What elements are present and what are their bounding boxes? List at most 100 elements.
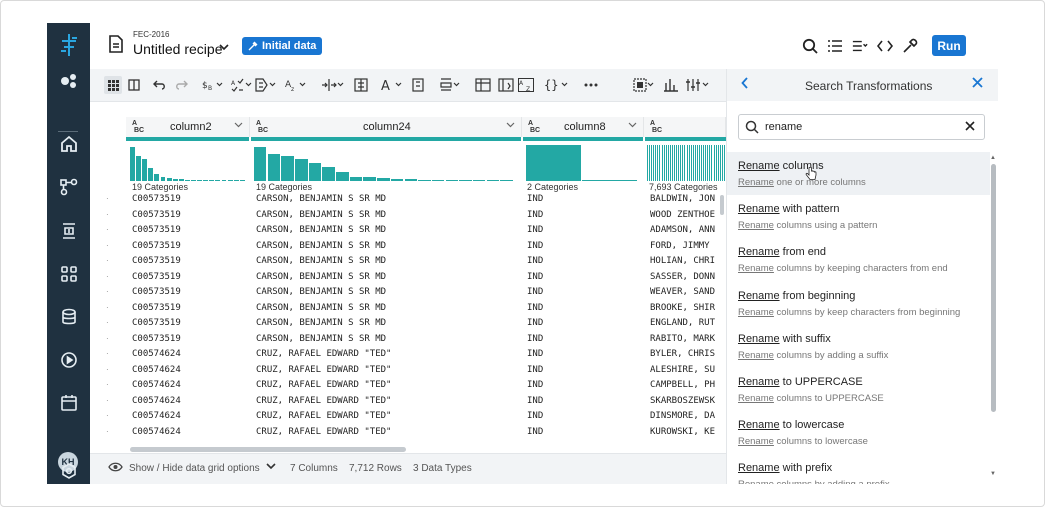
table-cell[interactable]: C00573519: [132, 256, 181, 266]
table-cell[interactable]: CARSON, BENJAMIN S SR MD: [256, 287, 386, 297]
steps-menu-icon[interactable]: [852, 38, 868, 54]
table-cell[interactable]: BALDWIN, JON: [650, 194, 715, 204]
histogram-bar[interactable]: [526, 145, 581, 181]
horizontal-scrollbar[interactable]: [130, 447, 406, 452]
unpivot-icon[interactable]: [498, 76, 514, 94]
nest-icon[interactable]: [354, 76, 368, 94]
eye-icon[interactable]: [108, 462, 123, 475]
table-cell[interactable]: CARSON, BENJAMIN S SR MD: [256, 318, 386, 328]
histogram-bar[interactable]: [688, 145, 690, 181]
histogram-bar[interactable]: [651, 145, 653, 181]
flows-icon[interactable]: [47, 173, 90, 201]
database-icon[interactable]: [47, 303, 90, 331]
histogram-bar[interactable]: [431, 179, 445, 181]
table-cell[interactable]: CRUZ, RAFAEL EDWARD "TED": [256, 349, 391, 359]
logo-icon[interactable]: [47, 31, 90, 59]
histogram-bar[interactable]: [676, 145, 678, 181]
datasets-icon[interactable]: [47, 67, 90, 95]
transform-result[interactable]: Rename columns Rename one or more columns: [727, 152, 990, 195]
histogram-bar[interactable]: [377, 178, 390, 181]
table-cell[interactable]: IND: [527, 365, 543, 375]
histogram-bar[interactable]: [719, 145, 721, 181]
table-cell[interactable]: C00573519: [132, 334, 181, 344]
transform-result[interactable]: Rename to lowercase Rename columns to low…: [727, 411, 990, 454]
table-cell[interactable]: C00573519: [132, 318, 181, 328]
histogram-bar[interactable]: [653, 145, 655, 181]
table-cell[interactable]: IND: [527, 396, 543, 406]
histogram-bar[interactable]: [445, 180, 459, 181]
results-scrollbar[interactable]: [991, 164, 996, 412]
histogram-bar[interactable]: [671, 145, 673, 181]
table-cell[interactable]: ADAMSON, ANN: [650, 225, 715, 235]
histogram-bar[interactable]: [472, 180, 486, 181]
histogram-bar[interactable]: [698, 145, 700, 181]
table-cell[interactable]: CARSON, BENJAMIN S SR MD: [256, 272, 386, 282]
table-cell[interactable]: IND: [527, 349, 543, 359]
list-icon[interactable]: [827, 38, 843, 54]
histogram-bar[interactable]: [209, 180, 215, 181]
search-icon[interactable]: [802, 38, 818, 54]
merge-icon[interactable]: [255, 76, 277, 94]
table-cell[interactable]: C00574624: [132, 349, 181, 359]
table-cell[interactable]: CARSON, BENJAMIN S SR MD: [256, 225, 386, 235]
histogram-bar[interactable]: [713, 145, 715, 181]
table-cell[interactable]: C00573519: [132, 194, 181, 204]
histogram-bar[interactable]: [197, 179, 203, 181]
table-cell[interactable]: SASSER, DONN: [650, 272, 715, 282]
histogram-bar[interactable]: [148, 168, 154, 181]
histogram-bar[interactable]: [678, 145, 680, 181]
histogram-bar[interactable]: [459, 180, 472, 181]
search-input[interactable]: [765, 119, 960, 135]
table-cell[interactable]: SKARBOSZEWSK: [650, 396, 715, 406]
grid-options-toggle[interactable]: Show / Hide data grid options: [129, 463, 260, 474]
histogram-bar[interactable]: [717, 145, 719, 181]
histogram-bar[interactable]: [336, 172, 349, 181]
table-cell[interactable]: CRUZ, RAFAEL EDWARD "TED": [256, 380, 391, 390]
scroll-up-icon[interactable]: ▲: [990, 155, 996, 161]
validate-icon[interactable]: A: [231, 76, 253, 94]
chevron-down-icon[interactable]: [266, 462, 276, 473]
library-icon[interactable]: [47, 260, 90, 288]
histogram-bar[interactable]: [349, 176, 363, 181]
histogram-bar[interactable]: [166, 178, 172, 181]
split-column-icon[interactable]: [321, 76, 345, 94]
histogram-bar[interactable]: [281, 155, 294, 181]
flow-name[interactable]: FEC-2016: [133, 30, 169, 39]
histogram-bar[interactable]: [707, 145, 709, 181]
table-cell[interactable]: C00573519: [132, 303, 181, 313]
column-header-column24[interactable]: A BC column24: [250, 117, 522, 137]
transform-result[interactable]: Rename to UPPERCASE Rename columns to UPP…: [727, 368, 990, 411]
histogram-bar[interactable]: [661, 145, 663, 181]
recipe-title[interactable]: Untitled recipe: [133, 41, 223, 57]
histogram-bar[interactable]: [682, 145, 684, 181]
table-cell[interactable]: CAMPBELL, PH: [650, 380, 715, 390]
table-cell[interactable]: CARSON, BENJAMIN S SR MD: [256, 194, 386, 204]
table-cell[interactable]: FORD, JIMMY: [650, 241, 710, 251]
rename-az-icon[interactable]: AZ: [518, 76, 534, 94]
text-format-icon[interactable]: A: [381, 76, 403, 94]
histogram-bar[interactable]: [715, 145, 717, 181]
table-cell[interactable]: C00573519: [132, 210, 181, 220]
vertical-scrollbar[interactable]: [720, 195, 724, 215]
table-cell[interactable]: CARSON, BENJAMIN S SR MD: [256, 303, 386, 313]
histogram-bar[interactable]: [703, 145, 705, 181]
histogram-bar[interactable]: [705, 145, 707, 181]
home-icon[interactable]: [47, 130, 90, 158]
histogram-bar[interactable]: [363, 177, 376, 181]
table-cell[interactable]: C00574624: [132, 380, 181, 390]
histogram-bar[interactable]: [233, 180, 239, 181]
histogram-bar[interactable]: [709, 145, 711, 181]
table-cell[interactable]: C00574624: [132, 396, 181, 406]
histogram-bar[interactable]: [686, 145, 688, 181]
sort-icon[interactable]: Az: [285, 76, 307, 94]
table-cell[interactable]: IND: [527, 256, 543, 266]
histogram-bar[interactable]: [136, 155, 141, 181]
histogram-bar[interactable]: [239, 180, 245, 181]
table-cell[interactable]: KUROWSKI, KE: [650, 427, 715, 437]
histogram-bar[interactable]: [647, 145, 648, 181]
table-cell[interactable]: WEAVER, SAND: [650, 287, 715, 297]
sample-badge[interactable]: Initial data: [242, 37, 323, 55]
histogram-bar[interactable]: [680, 145, 682, 181]
histogram-bar[interactable]: [308, 163, 322, 181]
restructure-icon[interactable]: [439, 76, 463, 94]
